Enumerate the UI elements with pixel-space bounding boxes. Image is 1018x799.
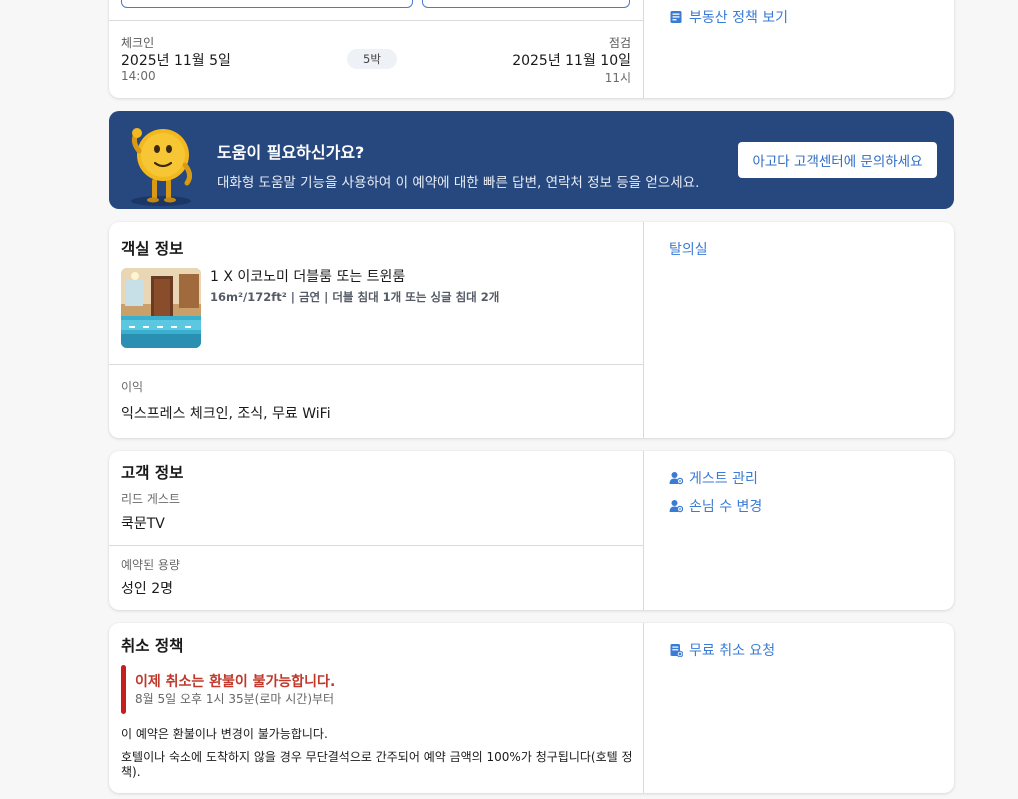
stay-dates-right: 부동산 정책 보기 — [643, 0, 954, 98]
cancellation-policy-card: 취소 정책 이제 취소는 환불이 불가능합니다. 8월 5일 오후 1시 35분… — [109, 623, 954, 793]
free-cancel-link[interactable]: 무료 취소 요청 — [669, 640, 775, 660]
checkout-time: 11시 — [604, 71, 631, 85]
manage-guests-text: 게스트 관리 — [689, 471, 758, 487]
room-photo[interactable] — [121, 268, 201, 348]
dressing-room-link[interactable]: 탈의실 — [669, 239, 708, 259]
alert-bar — [121, 665, 126, 714]
guest-section-title: 고객 정보 — [121, 464, 184, 482]
guest-info-left: 고객 정보 리드 게스트 쿡문TV 예약된 용량 성인 2명 — [109, 451, 643, 610]
manage-guests-link[interactable]: 게스트 관리 — [669, 468, 758, 488]
change-guest-count-link[interactable]: 손님 수 변경 — [669, 496, 762, 516]
divider — [109, 364, 643, 365]
capacity-value: 성인 2명 — [121, 581, 173, 597]
divider — [109, 20, 643, 21]
dressing-room-text: 탈의실 — [669, 242, 708, 258]
lead-guest-label: 리드 게스트 — [121, 492, 181, 506]
room-info-right: 탈의실 — [643, 222, 954, 438]
action-button-1[interactable] — [121, 0, 413, 8]
user-gear-icon — [669, 500, 683, 513]
help-description: 대화형 도움말 기능을 사용하여 이 예약에 대한 빠른 답변, 연락처 정보 … — [217, 175, 700, 191]
property-policy-link[interactable]: 부동산 정책 보기 — [669, 7, 788, 27]
help-banner: 도움이 필요하신가요? 대화형 도움말 기능을 사용하여 이 예약에 대한 빠른… — [109, 111, 954, 209]
cancellation-left: 취소 정책 이제 취소는 환불이 불가능합니다. 8월 5일 오후 1시 35분… — [109, 623, 643, 793]
checkin-time: 14:00 — [121, 69, 156, 83]
free-cancel-text: 무료 취소 요청 — [689, 643, 776, 659]
room-name: 1 X 이코노미 더블룸 또는 트윈룸 — [210, 269, 406, 285]
cancel-section-title: 취소 정책 — [121, 637, 184, 655]
checkout-label: 점검 — [608, 36, 631, 50]
room-info-card: 객실 정보 1 X 이코노미 더블룸 또는 트윈룸 16m²/172ft² | … — [109, 222, 954, 438]
guest-info-right: 게스트 관리 손님 수 변경 — [643, 451, 954, 610]
room-info-left: 객실 정보 1 X 이코노미 더블룸 또는 트윈룸 16m²/172ft² | … — [109, 222, 643, 438]
action-button-2[interactable] — [422, 0, 630, 8]
policy-doc-icon — [670, 11, 682, 23]
checkout-date: 2025년 11월 10일 — [512, 53, 631, 69]
cancel-doc-icon — [670, 644, 683, 657]
nights-badge: 5박 — [347, 49, 397, 69]
checkin-date: 2025년 11월 5일 — [121, 53, 231, 69]
property-policy-text: 부동산 정책 보기 — [689, 10, 789, 26]
room-spec: 16m²/172ft² | 금연 | 더블 침대 1개 또는 싱글 침대 2개 — [210, 290, 500, 304]
help-title: 도움이 필요하신가요? — [217, 143, 365, 162]
policy-line-2: 호텔이나 숙소에 도착하지 않을 경우 무단결석으로 간주되어 예약 금액의 1… — [121, 750, 633, 779]
contact-support-button[interactable]: 아고다 고객센터에 문의하세요 — [738, 142, 937, 178]
guest-info-card: 고객 정보 리드 게스트 쿡문TV 예약된 용량 성인 2명 게스트 관리 손님… — [109, 451, 954, 610]
checkin-label: 체크인 — [121, 36, 155, 50]
cancellation-right: 무료 취소 요청 — [643, 623, 954, 793]
benefits-label: 이익 — [121, 380, 144, 394]
lead-guest-name: 쿡문TV — [121, 516, 165, 532]
stay-dates-left: 체크인 2025년 11월 5일 14:00 5박 점검 2025년 11월 1… — [109, 0, 643, 98]
change-guest-count-text: 손님 수 변경 — [689, 499, 763, 515]
stay-dates-card: 체크인 2025년 11월 5일 14:00 5박 점검 2025년 11월 1… — [109, 0, 954, 98]
divider — [109, 545, 643, 546]
non-refundable-title: 이제 취소는 환불이 불가능합니다. — [135, 674, 336, 690]
mascot-icon — [131, 128, 193, 206]
benefits-value: 익스프레스 체크인, 조식, 무료 WiFi — [121, 406, 331, 422]
room-section-title: 객실 정보 — [121, 240, 184, 258]
capacity-label: 예약된 용량 — [121, 558, 181, 572]
policy-line-1: 이 예약은 환불이나 변경이 불가능합니다. — [121, 727, 328, 741]
user-gear-icon — [669, 472, 683, 485]
non-refundable-since: 8월 5일 오후 1시 35분(로마 시간)부터 — [135, 692, 335, 706]
room-photo-image — [121, 268, 201, 348]
